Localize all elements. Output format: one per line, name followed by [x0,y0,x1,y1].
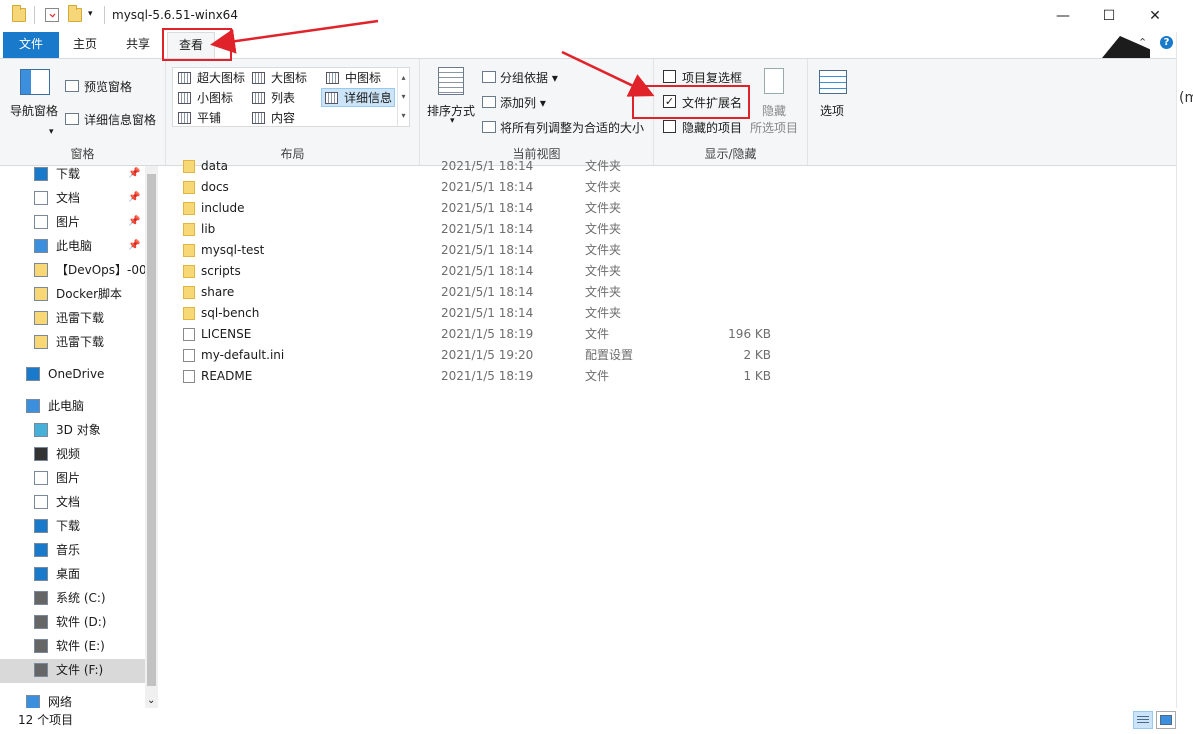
annotation-arrows [210,19,655,97]
arrow-to-view-tab [210,19,379,54]
arrow-to-file-extensions [561,50,655,97]
